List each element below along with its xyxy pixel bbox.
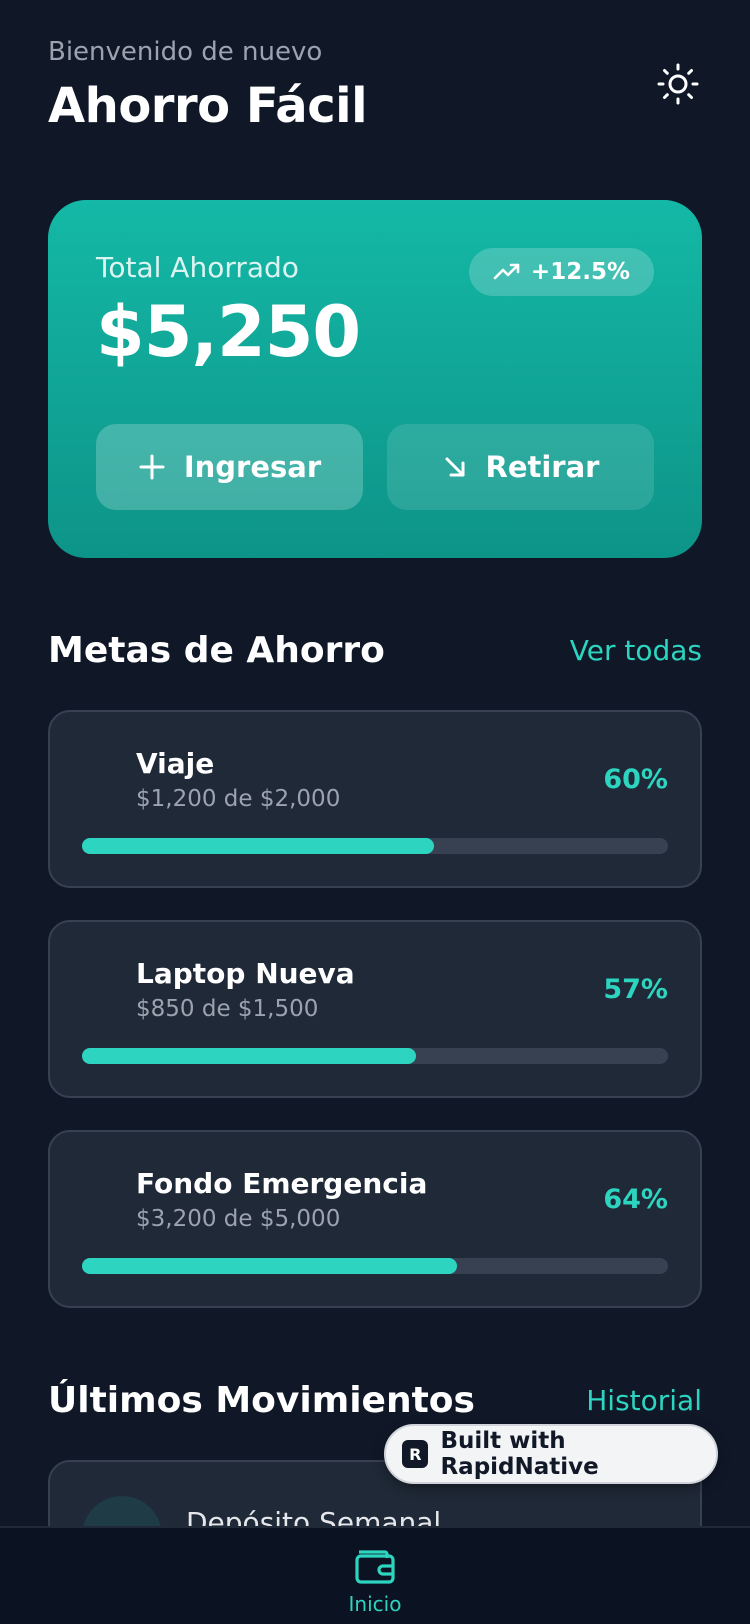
trend-badge: +12.5% [468, 248, 654, 296]
greeting-text: Bienvenido de nuevo [48, 37, 323, 67]
header: Bienvenido de nuevo Ahorro Fácil [48, 34, 702, 144]
goal-percent: 60% [603, 764, 668, 795]
wallet-icon [355, 1550, 395, 1584]
balance-actions: Ingresar Retirar [96, 424, 654, 510]
deposit-label: Ingresar [183, 450, 322, 484]
balance-card: Total Ahorrado $5,250 +12.5% Ingresar Re… [48, 200, 702, 558]
movements-section-title: Últimos Movimientos [48, 1379, 475, 1421]
goal-card[interactable]: Laptop Nueva $850 de $1,500 57% [48, 920, 702, 1098]
goal-progress-text: $850 de $1,500 [136, 996, 319, 1022]
goal-card[interactable]: Fondo Emergencia $3,200 de $5,000 64% [48, 1130, 702, 1308]
trend-value: +12.5% [530, 259, 630, 285]
goal-name: Viaje [136, 747, 215, 780]
theme-toggle-button[interactable] [654, 60, 702, 108]
bottom-tab-bar: Inicio [0, 1526, 750, 1624]
built-with-badge[interactable]: R Built with RapidNative [384, 1424, 718, 1484]
movements-section-header: Últimos Movimientos Historial [48, 1376, 702, 1424]
goal-progress-track [82, 1258, 668, 1274]
goal-name: Fondo Emergencia [136, 1167, 428, 1200]
tab-inicio[interactable]: Inicio [340, 1546, 410, 1616]
goals-section-header: Metas de Ahorro Ver todas [48, 626, 702, 674]
plus-icon [139, 454, 165, 480]
app-screen: Bienvenido de nuevo Ahorro Fácil Total A… [0, 0, 750, 1624]
goal-progress-track [82, 838, 668, 854]
goal-name: Laptop Nueva [136, 957, 355, 990]
arrow-down-right-icon [445, 457, 464, 477]
built-with-label: Built with RapidNative [440, 1428, 599, 1480]
goal-progress-track [82, 1048, 668, 1064]
balance-amount: $5,250 [96, 291, 361, 373]
goal-progress-fill [82, 1258, 458, 1274]
goal-percent: 64% [603, 1184, 668, 1215]
goal-progress-text: $3,200 de $5,000 [136, 1206, 341, 1232]
goal-progress-text: $1,200 de $2,000 [136, 786, 341, 812]
goal-progress-fill [82, 1048, 417, 1064]
goal-percent: 57% [603, 974, 668, 1005]
tab-inicio-label: Inicio [348, 1592, 402, 1616]
goals-section-title: Metas de Ahorro [48, 629, 385, 671]
deposit-button[interactable]: Ingresar [96, 424, 363, 510]
sun-icon [657, 63, 699, 105]
withdraw-button[interactable]: Retirar [387, 424, 654, 510]
app-title: Ahorro Fácil [48, 78, 368, 134]
history-link[interactable]: Historial [586, 1384, 702, 1417]
trending-up-icon [493, 263, 520, 280]
rapidnative-logo-icon: R [402, 1440, 429, 1468]
goal-card[interactable]: Viaje $1,200 de $2,000 60% [48, 710, 702, 888]
see-all-goals-link[interactable]: Ver todas [570, 634, 702, 667]
goal-progress-fill [82, 838, 434, 854]
withdraw-label: Retirar [485, 450, 600, 484]
